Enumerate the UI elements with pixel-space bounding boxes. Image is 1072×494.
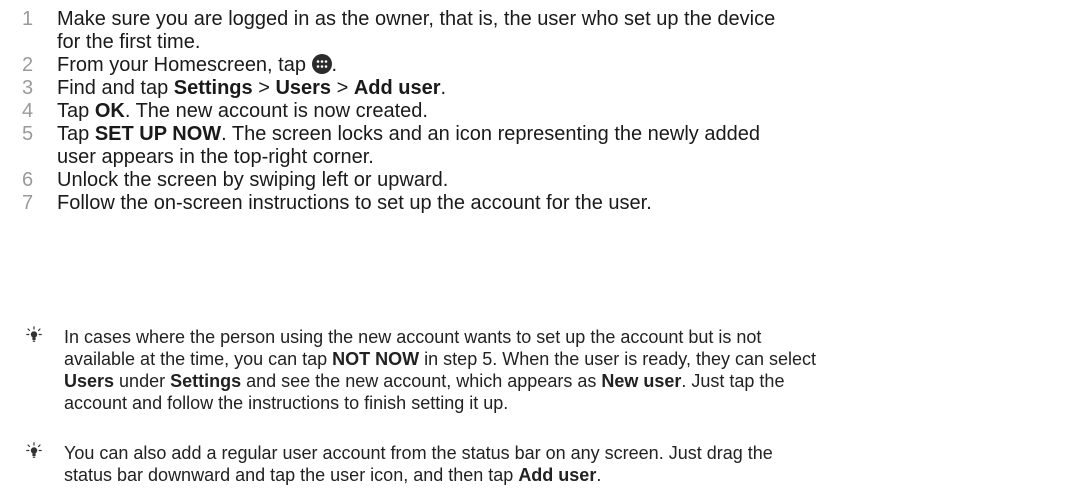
set-up-now-label: SET UP NOW (94, 123, 222, 145)
step-text-line: user appears in the top-right corner. (57, 146, 374, 168)
tip-text-part: in step 5. When the user is ready, they … (419, 349, 817, 369)
path-separator: > (252, 77, 276, 99)
step-number: 5 (22, 123, 34, 145)
tip-text-part: . (596, 465, 602, 485)
step-text: Make sure you are logged in as the owner… (57, 8, 775, 53)
step-text: Tap SET UP NOW. The screen locks and an … (57, 123, 760, 168)
step-number: 6 (22, 169, 34, 191)
step-text: Find and tap Settings > Users > Add user… (57, 77, 446, 99)
step-text: From your Homescreen, tap . (57, 54, 337, 76)
ok-label: OK (94, 100, 125, 122)
path-separator: > (331, 77, 354, 99)
tip-line: You can also add a regular user account … (64, 443, 773, 463)
tip-text-part: status bar downward and tap the user ico… (64, 465, 519, 485)
step-text: Tap OK. The new account is now created. (57, 100, 428, 122)
step-6: 6 Unlock the screen by swiping left or u… (22, 169, 1052, 192)
step-number: 3 (22, 77, 34, 99)
settings-label: Settings (170, 371, 242, 391)
step-text-part: . (331, 54, 338, 76)
lightbulb-tip-icon (26, 442, 42, 460)
step-3: 3 Find and tap Settings > Users > Add us… (22, 77, 1052, 100)
step-text-part: . The new account is now created. (124, 100, 428, 122)
menu-path-users: Users (275, 77, 332, 99)
step-text-line: for the first time. (57, 31, 201, 53)
step-text-part: Find and tap (57, 77, 174, 99)
tip-text-part: under (114, 371, 171, 391)
menu-path-add-user: Add user (353, 77, 441, 99)
step-text: Unlock the screen by swiping left or upw… (57, 169, 449, 191)
tip-text: You can also add a regular user account … (26, 442, 1056, 486)
tip-text-part: and see the new account, which appears a… (241, 371, 602, 391)
tip-note: In cases where the person using the new … (26, 326, 1056, 414)
add-user-label: Add user (518, 465, 597, 485)
menu-path-settings: Settings (173, 77, 253, 99)
users-label: Users (64, 371, 115, 391)
tip-note: You can also add a regular user account … (26, 442, 1056, 486)
step-text-part: Tap (57, 100, 95, 122)
lightbulb-tip-icon (26, 326, 42, 344)
step-4: 4 Tap OK. The new account is now created… (22, 100, 1052, 123)
steps-list: 1 Make sure you are logged in as the own… (22, 8, 1052, 215)
not-now-label: NOT NOW (332, 349, 420, 369)
tip-line: In cases where the person using the new … (64, 327, 762, 347)
step-number: 2 (22, 54, 34, 76)
step-text-part: From your Homescreen, tap (57, 54, 312, 76)
apps-icon (311, 54, 332, 74)
new-user-label: New user (601, 371, 682, 391)
step-2: 2 From your Homescreen, tap . (22, 54, 1052, 77)
step-text-part: Tap (57, 123, 95, 145)
tip-text-part: available at the time, you can tap (64, 349, 333, 369)
step-number: 1 (22, 8, 34, 30)
tip-text: In cases where the person using the new … (26, 326, 1056, 414)
step-text: Follow the on-screen instructions to set… (57, 192, 652, 214)
step-number: 4 (22, 100, 34, 122)
tip-text-part: . Just tap the (681, 371, 785, 391)
step-5: 5 Tap SET UP NOW. The screen locks and a… (22, 123, 1052, 169)
step-text-part: . (440, 77, 447, 99)
step-text-line: Make sure you are logged in as the owner… (57, 8, 776, 30)
step-number: 7 (22, 192, 34, 214)
step-text-part: . The screen locks and an icon represent… (221, 123, 760, 145)
tip-line: account and follow the instructions to f… (64, 393, 509, 413)
step-7: 7 Follow the on-screen instructions to s… (22, 192, 1052, 215)
step-1: 1 Make sure you are logged in as the own… (22, 8, 1052, 54)
